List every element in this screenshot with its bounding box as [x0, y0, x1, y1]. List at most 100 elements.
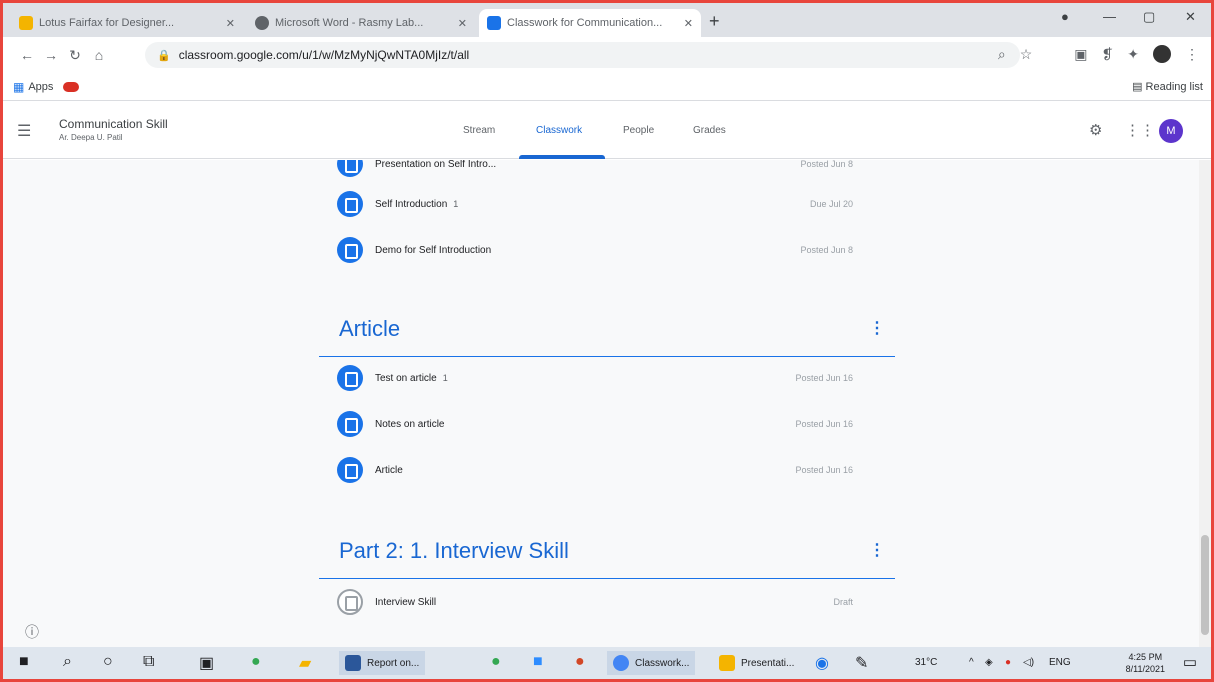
settings-gear-icon[interactable]: ⚙ [1089, 121, 1102, 139]
tab-classwork[interactable]: Classwork [536, 125, 582, 136]
topic-more-icon[interactable]: ⋮ [869, 318, 885, 338]
word-icon [345, 655, 361, 671]
account-avatar[interactable]: M [1159, 119, 1183, 143]
search-icon[interactable]: ⌕ [63, 653, 72, 671]
address-bar[interactable]: 🔒 classroom.google.com/u/1/w/MzMyNjQwNTA… [145, 42, 1020, 68]
topic-title: Article [339, 316, 401, 341]
taskbar-app-label: Classwork... [635, 657, 690, 669]
clock-time: 4:25 PM [1128, 652, 1163, 662]
edge-icon[interactable]: ◉ [815, 653, 829, 673]
list-item[interactable]: Demo for Self Introduction Posted Jun 8 [333, 228, 893, 272]
apps-grid-icon[interactable]: ▦ [13, 80, 24, 94]
attachment-count: 1 [442, 373, 448, 383]
taskbar-app-label: Report on... [367, 657, 420, 669]
explorer-icon[interactable]: ▰ [299, 653, 311, 673]
close-tab-icon[interactable]: ✕ [684, 17, 693, 30]
clock-date: 8/11/2021 [1125, 664, 1165, 674]
close-window-icon[interactable]: ✕ [1185, 9, 1196, 25]
system-clock[interactable]: 4:25 PM 8/11/2021 [1126, 651, 1165, 675]
tab-stream[interactable]: Stream [463, 125, 495, 136]
powerpoint-icon[interactable]: ● [575, 653, 585, 671]
apps-bookmark[interactable]: Apps [28, 81, 53, 93]
cortana-icon[interactable]: ○ [103, 653, 113, 671]
bookmark-icon[interactable] [63, 81, 80, 92]
browser-tab-3[interactable]: Classwork for Communication... ✕ [479, 9, 701, 37]
classwork-content: Presentation on Self Intro... Posted Jun… [3, 160, 1199, 647]
tab-grades[interactable]: Grades [693, 125, 726, 136]
item-date: Posted Jun 8 [800, 160, 853, 169]
draft-icon [337, 589, 363, 615]
back-icon[interactable]: ← [15, 47, 39, 63]
volume-icon[interactable]: ◁) [1023, 657, 1034, 668]
minimize-icon[interactable]: — [1103, 9, 1116, 24]
taskbar-app-chrome[interactable]: Classwork... [607, 651, 696, 675]
navigation-bar: ← → ↻ ⌂ 🔒 classroom.google.com/u/1/w/MzM… [3, 37, 1211, 73]
maximize-icon[interactable]: ▢ [1143, 9, 1155, 25]
list-item[interactable]: Self Introduction 1 Due Jul 20 [333, 182, 893, 226]
tab-title: Classwork for Communication... [507, 17, 663, 29]
network-icon[interactable]: ◈ [985, 657, 993, 668]
tab-strip: Lotus Fairfax for Designer... ✕ Microsof… [3, 3, 1211, 37]
chrome-icon[interactable]: ● [491, 653, 501, 671]
classroom-header: ☰ Communication Skill Ar. Deepa U. Patil… [3, 101, 1211, 159]
forward-icon[interactable]: → [39, 47, 63, 63]
puzzle-icon[interactable]: ✦ [1127, 46, 1139, 63]
tab-favicon [255, 16, 269, 30]
reading-list-label: Reading list [1145, 81, 1203, 93]
scrollbar-thumb[interactable] [1201, 535, 1209, 635]
list-item[interactable]: Article Posted Jun 16 [333, 448, 893, 492]
browser-tab-2[interactable]: Microsoft Word - Rasmy Lab... ✕ [247, 9, 475, 37]
collections-icon[interactable]: ❡ [1102, 46, 1114, 63]
item-date: Posted Jun 16 [795, 465, 853, 475]
item-date: Posted Jun 16 [795, 419, 853, 429]
scrollbar[interactable] [1199, 160, 1211, 647]
taskbar-app-word[interactable]: Report on... [339, 651, 426, 675]
more-menu-icon[interactable]: ⋮ [1185, 46, 1199, 63]
item-title: Self Introduction [375, 198, 448, 210]
profile-avatar[interactable] [1153, 45, 1171, 63]
pin-icon[interactable]: ✎ [855, 653, 868, 673]
extension-icon[interactable]: ▣ [1074, 46, 1087, 63]
class-subtitle: Ar. Deepa U. Patil [59, 133, 123, 142]
close-tab-icon[interactable]: ✕ [226, 17, 235, 30]
item-date: Posted Jun 16 [795, 373, 853, 383]
url-text: classroom.google.com/u/1/w/MzMyNjQwNTA0M… [178, 48, 470, 62]
help-icon[interactable]: ⓘ [25, 622, 39, 642]
tab-people[interactable]: People [623, 125, 654, 136]
zoom-app-icon[interactable]: ■ [533, 653, 543, 671]
app-icon[interactable]: ● [251, 653, 261, 671]
language-indicator[interactable]: ENG [1049, 657, 1071, 668]
material-icon [337, 411, 363, 437]
topic-more-icon[interactable]: ⋮ [869, 540, 885, 560]
list-item[interactable]: Interview Skill Draft [333, 580, 893, 624]
material-icon [337, 237, 363, 263]
chrome-icon [613, 655, 629, 671]
class-name[interactable]: Communication Skill [59, 117, 168, 131]
reading-list-button[interactable]: ▤ Reading list [1132, 80, 1203, 93]
taskbar-app-presentation[interactable]: Presentati... [713, 651, 800, 675]
item-date: Draft [833, 597, 853, 607]
assignment-icon [337, 191, 363, 217]
bookmark-star-icon[interactable]: ☆ [1020, 46, 1033, 63]
task-view-icon[interactable]: ⧉ [143, 653, 154, 671]
apps-launcher-icon[interactable]: ⋮⋮ [1125, 121, 1155, 139]
topic-title: Part 2: 1. Interview Skill [339, 538, 569, 563]
list-item[interactable]: Test on article 1 Posted Jun 16 [333, 356, 893, 400]
windows-start-icon[interactable]: ■ [19, 653, 29, 671]
list-item[interactable]: Notes on article Posted Jun 16 [333, 402, 893, 446]
close-tab-icon[interactable]: ✕ [458, 17, 467, 30]
zoom-icon[interactable]: ⌕ [998, 46, 1006, 63]
new-tab-button[interactable]: + [709, 11, 720, 32]
reload-icon[interactable]: ↻ [63, 47, 87, 64]
tray-chevron-icon[interactable]: ^ [969, 657, 974, 668]
notifications-icon[interactable]: ▭ [1183, 653, 1197, 671]
app-tray-icon[interactable]: ● [1005, 657, 1011, 668]
store-icon[interactable]: ▣ [199, 653, 214, 673]
weather-temperature[interactable]: 31°C [915, 657, 937, 668]
main-menu-icon[interactable]: ☰ [17, 121, 31, 141]
assignment-icon [337, 160, 363, 177]
item-title: Interview Skill [375, 596, 437, 608]
browser-tab-1[interactable]: Lotus Fairfax for Designer... ✕ [11, 9, 243, 37]
home-icon[interactable]: ⌂ [87, 47, 111, 63]
profile-menu-icon[interactable]: ● [1061, 9, 1069, 24]
